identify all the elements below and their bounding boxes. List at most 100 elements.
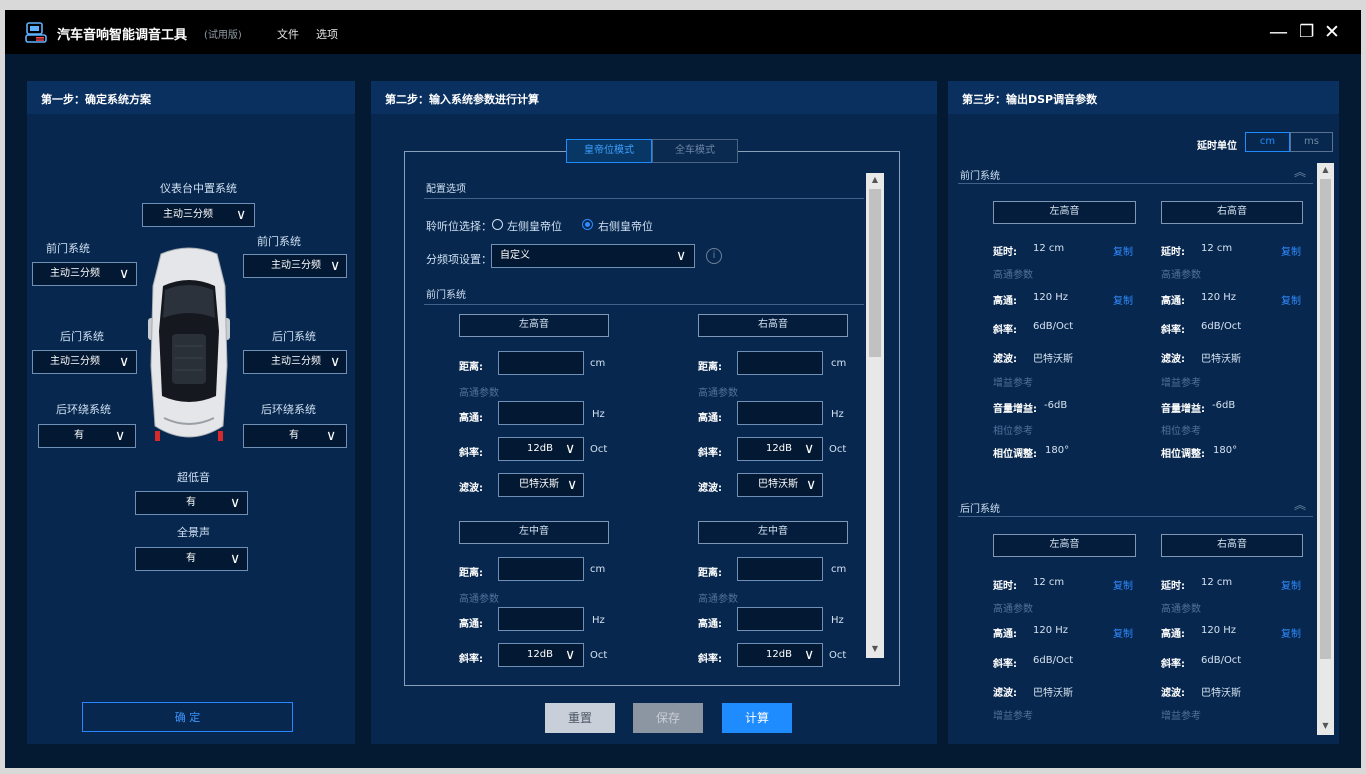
right-tweeter-filter-select[interactable]: 巴特沃斯 ∨ — [737, 473, 823, 497]
distance-label: 距离: — [459, 362, 483, 373]
filter-label: 滤波: — [993, 354, 1017, 365]
calc-button[interactable]: 计算 — [722, 703, 792, 733]
info-icon[interactable]: i — [706, 248, 722, 264]
chevron-down-icon: ∨ — [565, 647, 576, 663]
scrollbar[interactable]: ▲ ▼ — [1317, 163, 1334, 735]
distance-unit: cm — [831, 564, 847, 575]
mid-2-slope-select[interactable]: 12dB ∨ — [737, 643, 823, 667]
hp-label: 高通: — [1161, 296, 1185, 307]
front-left-select[interactable]: 主动三分频 ∨ — [32, 262, 137, 286]
copy-link[interactable]: 复制 — [1281, 625, 1301, 640]
copy-link[interactable]: 复制 — [1113, 292, 1133, 307]
hp-label: 高通: — [1161, 629, 1185, 640]
dashboard-select[interactable]: 主动三分频 ∨ — [142, 203, 255, 227]
collapse-icon[interactable]: ︽ — [1294, 496, 1306, 513]
save-button[interactable]: 保存 — [633, 703, 703, 733]
front-right-select-value: 主动三分频 — [271, 260, 321, 271]
crossover-select[interactable]: 自定义 ∨ — [491, 244, 695, 268]
rear-right-select[interactable]: 主动三分频 ∨ — [243, 350, 347, 374]
delay-value: 12 cm — [1033, 577, 1065, 588]
left-tweeter-distance-input[interactable] — [498, 351, 584, 375]
gain-value: -6dB — [1212, 400, 1236, 411]
left-mid-hp-input[interactable] — [498, 607, 584, 631]
gain-caption: 增益参考 — [993, 711, 1033, 722]
hp-caption: 高通参数 — [698, 594, 738, 605]
front-right-tweeter-box: 右高音 — [1161, 201, 1303, 224]
slope-unit: Oct — [590, 650, 608, 661]
scroll-down-icon[interactable]: ▼ — [1317, 719, 1334, 733]
unit-ms-toggle[interactable]: ms — [1290, 132, 1333, 152]
copy-link[interactable]: 复制 — [1113, 577, 1133, 592]
filter-value: 巴特沃斯 — [1201, 354, 1241, 365]
chevron-down-icon: ∨ — [804, 441, 815, 457]
minimize-button[interactable]: — — [1269, 22, 1288, 42]
close-button[interactable]: ✕ — [1324, 22, 1340, 42]
menu-options[interactable]: 选项 — [316, 26, 338, 42]
surround-left-select-value: 有 — [74, 430, 84, 441]
mid-2-distance-input[interactable] — [737, 557, 823, 581]
subwoofer-select-value: 有 — [186, 497, 196, 508]
hp-label: 高通: — [459, 619, 483, 630]
hp-caption: 高通参数 — [459, 594, 499, 605]
delay-label: 延时: — [1161, 247, 1185, 258]
scroll-up-icon[interactable]: ▲ — [1317, 163, 1334, 177]
surround-right-select-value: 有 — [289, 430, 299, 441]
mid-2-hp-input[interactable] — [737, 607, 823, 631]
copy-link[interactable]: 复制 — [1281, 292, 1301, 307]
fullscene-select[interactable]: 有 ∨ — [135, 547, 248, 571]
copy-link[interactable]: 复制 — [1113, 243, 1133, 258]
unit-cm-toggle[interactable]: cm — [1245, 132, 1290, 152]
confirm-button[interactable]: 确 定 — [82, 702, 293, 732]
gain-caption: 增益参考 — [993, 378, 1033, 389]
subwoofer-label: 超低音 — [177, 471, 210, 484]
left-tweeter-filter-select[interactable]: 巴特沃斯 ∨ — [498, 473, 584, 497]
left-mid-slope-select[interactable]: 12dB ∨ — [498, 643, 584, 667]
rear-left-select[interactable]: 主动三分频 ∨ — [32, 350, 137, 374]
seat-label: 聆听位选择： — [426, 220, 492, 233]
maximize-button[interactable]: ❐ — [1299, 22, 1314, 42]
copy-link[interactable]: 复制 — [1281, 243, 1301, 258]
chevron-down-icon: ∨ — [676, 248, 687, 264]
surround-right-select[interactable]: 有 ∨ — [243, 424, 347, 448]
right-tweeter-header: 右高音 — [698, 314, 848, 337]
radio-left-seat[interactable] — [492, 219, 503, 230]
scroll-up-icon[interactable]: ▲ — [866, 173, 884, 187]
copy-link[interactable]: 复制 — [1113, 625, 1133, 640]
surround-left-select[interactable]: 有 ∨ — [38, 424, 136, 448]
tab-full-car-mode[interactable]: 全车模式 — [652, 139, 738, 163]
divider — [424, 304, 864, 305]
step2-title: 第二步：输入系统参数进行计算 — [371, 81, 937, 114]
left-mid-distance-input[interactable] — [498, 557, 584, 581]
menu-file[interactable]: 文件 — [277, 26, 299, 42]
copy-link[interactable]: 复制 — [1281, 577, 1301, 592]
scrollbar-thumb[interactable] — [869, 189, 881, 357]
scroll-down-icon[interactable]: ▼ — [866, 642, 884, 656]
phase-label: 相位调整: — [1161, 449, 1205, 460]
right-tweeter-hp-input[interactable] — [737, 401, 823, 425]
front-left-tweeter-box: 左高音 — [993, 201, 1136, 224]
left-tweeter-hp-input[interactable] — [498, 401, 584, 425]
phase-caption: 相位参考 — [1161, 426, 1201, 437]
reset-button[interactable]: 重置 — [545, 703, 615, 733]
radio-right-seat[interactable] — [582, 219, 593, 230]
crossover-label: 分频项设置： — [426, 253, 492, 266]
slope-label: 斜率: — [459, 654, 483, 665]
front-right-select[interactable]: 主动三分频 ∨ — [243, 254, 347, 278]
scrollbar-thumb[interactable] — [1320, 179, 1331, 659]
right-tweeter-slope-select[interactable]: 12dB ∨ — [737, 437, 823, 461]
slope-unit: Oct — [829, 650, 847, 661]
hp-caption: 高通参数 — [993, 270, 1033, 281]
delay-label: 延时: — [993, 581, 1017, 592]
scrollbar[interactable]: ▲ ▼ — [866, 173, 884, 658]
slope-value: 12dB — [766, 443, 792, 454]
tab-emperor-mode[interactable]: 皇帝位模式 — [566, 139, 652, 163]
hp-label: 高通: — [459, 413, 483, 424]
collapse-icon[interactable]: ︽ — [1294, 163, 1306, 180]
left-tweeter-slope-select[interactable]: 12dB ∨ — [498, 437, 584, 461]
subwoofer-select[interactable]: 有 ∨ — [135, 491, 248, 515]
phase-caption: 相位参考 — [993, 426, 1033, 437]
hp-value: 120 Hz — [1201, 292, 1237, 303]
rear-left-tweeter-box: 左高音 — [993, 534, 1136, 557]
right-tweeter-distance-input[interactable] — [737, 351, 823, 375]
hp-caption: 高通参数 — [459, 388, 499, 399]
